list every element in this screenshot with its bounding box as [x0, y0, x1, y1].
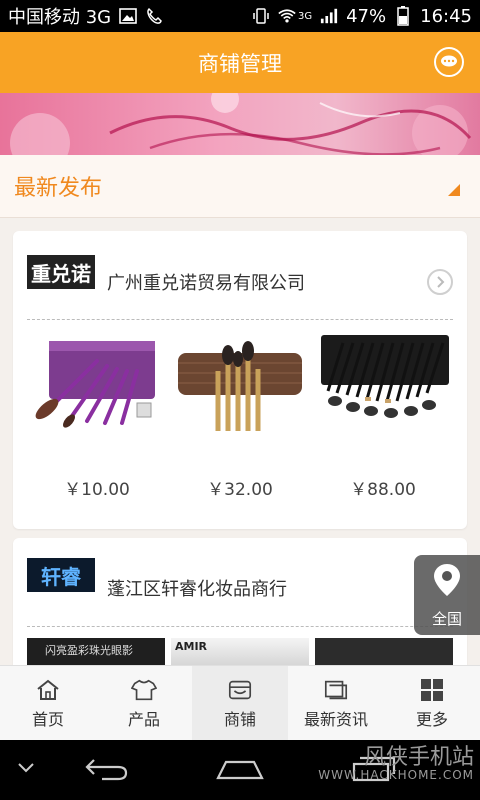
back-icon[interactable]: [84, 756, 130, 786]
image-notification-icon: [119, 7, 137, 25]
shirt-icon: [131, 678, 157, 702]
section-title: 最新发布: [14, 176, 103, 201]
hide-keyboard-icon[interactable]: [16, 760, 36, 779]
system-navigation-bar: 风侠手机站 WWW.HACKHOME.COM: [0, 740, 480, 800]
watermark: 风侠手机站 WWW.HACKHOME.COM: [318, 746, 474, 782]
shop-card[interactable]: 轩睿 蓬江区轩睿化妆品商行 闪亮盈彩珠光眼影 AMIR: [13, 538, 467, 678]
banner-artwork: [10, 93, 472, 155]
section-header-latest[interactable]: 最新发布: [0, 155, 480, 218]
missed-call-icon: [145, 7, 163, 25]
nav-home[interactable]: 首页: [0, 666, 96, 741]
battery-percentage: 47%: [346, 5, 387, 27]
divider: [27, 319, 453, 320]
chat-bubble-icon: [440, 50, 458, 74]
clock: 16:45: [420, 5, 472, 27]
product-price: ￥10.00: [64, 480, 130, 500]
nav-label: 更多: [415, 709, 448, 729]
product-price: ￥88.00: [350, 480, 416, 500]
status-bar: 中国移动 3G 3G 47% 16:45: [0, 0, 480, 32]
region-label: 全国: [431, 609, 462, 628]
bottom-navigation: 首页 产品 商铺 最新资讯 更多: [0, 665, 480, 741]
watermark-url: WWW.HACKHOME.COM: [318, 768, 474, 783]
location-pin-icon: [431, 562, 463, 602]
nav-more[interactable]: 更多: [384, 666, 480, 741]
product-image-caption: AMIR: [175, 640, 208, 653]
shop-logo: 轩睿: [27, 558, 95, 592]
product-image[interactable]: [27, 331, 167, 436]
nav-products[interactable]: 产品: [96, 666, 192, 741]
shop-logo: 重兑诺: [27, 255, 95, 289]
product-price: ￥32.00: [207, 480, 273, 500]
news-icon: [323, 678, 349, 702]
watermark-brand: 风侠手机站: [363, 745, 474, 770]
home-button-icon[interactable]: [212, 758, 268, 786]
nav-label: 首页: [31, 709, 64, 729]
shop-icon: [227, 678, 253, 702]
nav-label: 商铺: [223, 709, 256, 729]
grid-icon: [419, 678, 445, 702]
promo-banner[interactable]: [0, 93, 480, 155]
product-image-caption: 闪亮盈彩珠光眼影: [45, 644, 133, 657]
product-image[interactable]: [170, 331, 310, 436]
nav-label: 最新资讯: [303, 709, 368, 729]
corner-arrow-icon: [448, 184, 460, 196]
battery-icon: [394, 6, 412, 26]
shop-card[interactable]: 重兑诺 广州重兑诺贸易有限公司 ￥10.00 ￥32.00 ￥88.00: [13, 231, 467, 529]
product-image[interactable]: [313, 331, 453, 436]
divider: [27, 626, 453, 627]
home-icon: [35, 678, 61, 702]
signal-strength-icon: [320, 7, 338, 25]
shop-name: 蓬江区轩睿化妆品商行: [107, 579, 287, 600]
region-filter-button[interactable]: 全国: [414, 555, 480, 635]
app-header: 商铺管理: [0, 32, 480, 93]
carrier-label: 中国移动 3G: [8, 7, 112, 28]
chat-button[interactable]: [434, 47, 464, 77]
nav-news[interactable]: 最新资讯: [288, 666, 384, 741]
nav-shops[interactable]: 商铺: [192, 666, 288, 741]
vibrate-icon: [252, 7, 270, 25]
wifi-icon: [278, 7, 296, 25]
nav-label: 产品: [127, 709, 160, 729]
shop-name: 广州重兑诺贸易有限公司: [107, 273, 305, 294]
network-type-badge: 3G: [297, 10, 313, 22]
chevron-right-icon[interactable]: [427, 269, 453, 295]
page-title: 商铺管理: [198, 51, 282, 76]
